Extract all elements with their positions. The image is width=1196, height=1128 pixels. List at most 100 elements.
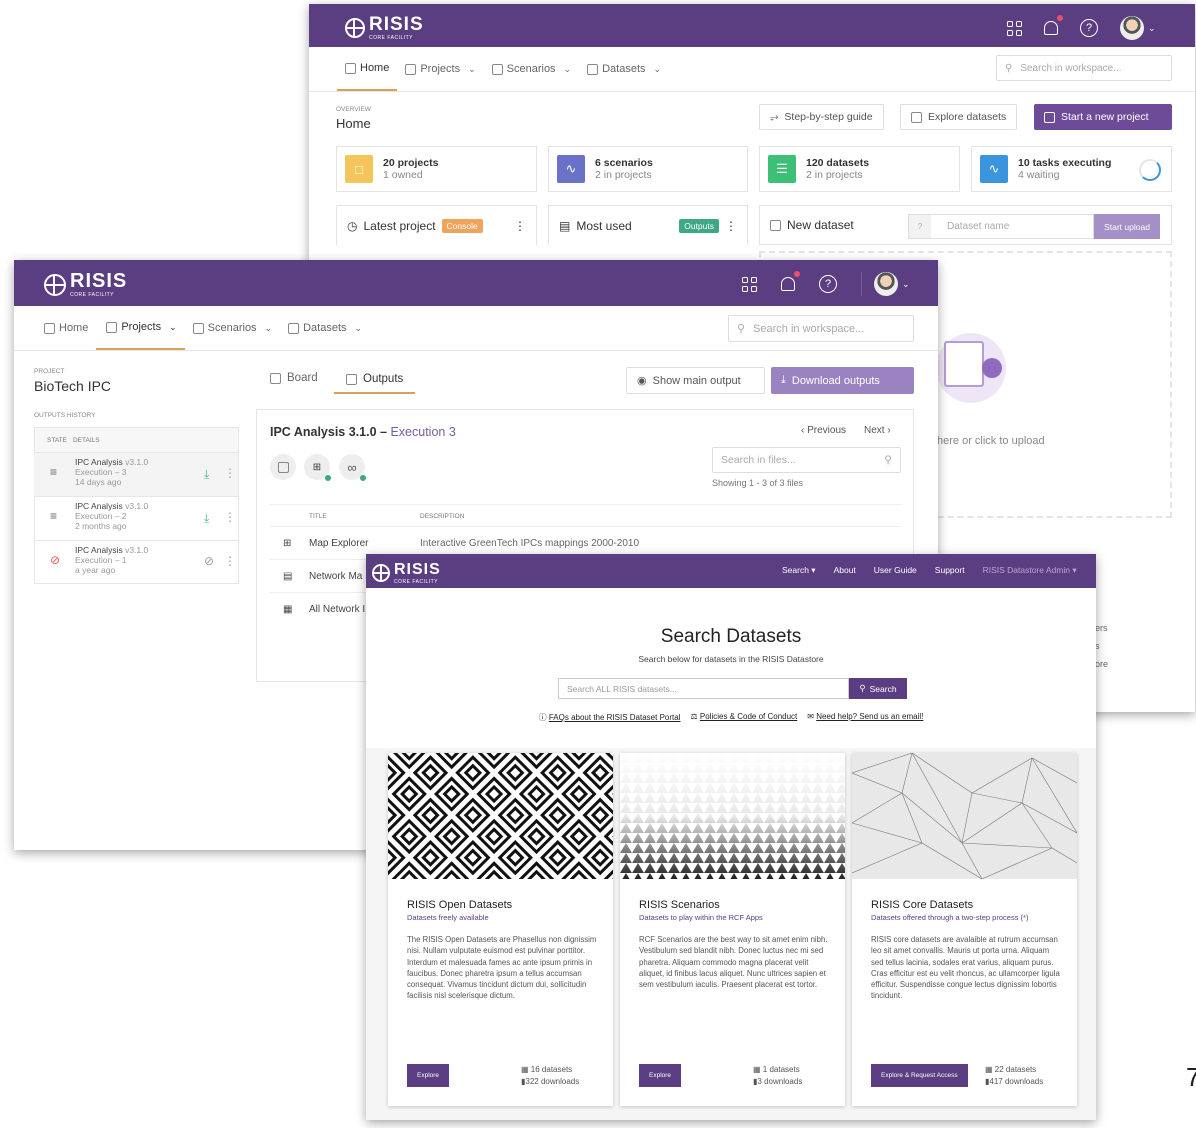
datastore-hero xyxy=(366,588,1096,748)
card-subtitle: Datasets freely available xyxy=(407,913,489,922)
download-outputs-button[interactable]: ⤓ Download outputs xyxy=(771,367,914,394)
home-icon xyxy=(345,62,356,74)
new-project-button[interactable]: Start a new project xyxy=(1034,104,1172,130)
footer-link[interactable]: ore xyxy=(1095,655,1108,673)
eye-icon: ◉ xyxy=(637,375,647,387)
workspace-search[interactable]: ⚲ Search in workspace... xyxy=(728,315,914,342)
dataset-search-input[interactable]: Search ALL RISIS datasets... xyxy=(558,678,849,699)
more-vertical-icon[interactable]: ⋮ xyxy=(224,554,236,568)
database-icon xyxy=(277,461,289,473)
link-chip[interactable]: ∞ xyxy=(339,454,366,481)
tab-outputs[interactable]: Outputs xyxy=(334,366,416,394)
nav-home-label: Home xyxy=(59,322,89,334)
archive-icon: ▤ xyxy=(559,218,571,233)
download-icon[interactable]: ⤓ xyxy=(204,511,209,526)
apps-grid-icon[interactable] xyxy=(1007,20,1022,36)
step-guide-label: Step-by-step guide xyxy=(784,111,873,123)
search-icon: ⚲ xyxy=(1005,62,1013,74)
dataset-search-button[interactable]: ⚲ Search xyxy=(849,678,907,699)
history-age: 2 months ago xyxy=(75,521,127,531)
explore-request-access-button[interactable]: Explore & Request Access xyxy=(871,1064,968,1087)
nav-datasets[interactable]: Datasets ⌄ xyxy=(579,47,669,91)
more-vertical-icon[interactable]: ⋮ xyxy=(224,466,236,480)
policies-link[interactable]: ⚖ Policies & Code of Conduct xyxy=(690,712,797,723)
notifications-bell-icon[interactable] xyxy=(781,271,800,291)
download-icon[interactable]: ⤓ xyxy=(204,467,209,482)
user-menu[interactable]: ⌄ xyxy=(1120,16,1156,40)
menu-admin[interactable]: RISIS Datastore Admin ▾ xyxy=(983,565,1077,576)
more-vertical-icon[interactable]: ⋮ xyxy=(224,510,236,524)
grid-icon: ▦ xyxy=(521,1065,529,1074)
start-upload-button[interactable]: Start upload xyxy=(1094,214,1160,239)
card-counts: ▦ 1 datasets ▮3 downloads xyxy=(753,1065,803,1086)
menu-user-guide[interactable]: User Guide xyxy=(874,565,917,576)
notification-dot xyxy=(794,271,800,277)
card-text: RISIS core datasets are avalaible at rut… xyxy=(871,935,1060,1001)
home-icon xyxy=(44,322,55,334)
show-main-output-button[interactable]: ◉ Show main output xyxy=(626,367,765,394)
risis-logo[interactable]: RISIS CORE FACILITY xyxy=(44,271,127,298)
menu-search[interactable]: Search ▾ xyxy=(782,565,816,576)
nav-scenarios[interactable]: Scenarios ⌄ xyxy=(185,306,280,350)
more-vertical-icon[interactable]: ⋮ xyxy=(725,219,737,233)
grid-icon: ▦ xyxy=(753,1065,761,1074)
stat-title: 10 tasks executing xyxy=(1018,157,1112,169)
stat-projects[interactable]: □ 20 projects 1 owned xyxy=(336,146,537,192)
files-search[interactable]: Search in files... ⚲ xyxy=(712,447,901,473)
explore-button[interactable]: Explore xyxy=(407,1064,450,1087)
stat-scenarios[interactable]: ∿ 6 scenarios 2 in projects xyxy=(548,146,748,192)
nav-home[interactable]: Home xyxy=(337,47,398,91)
more-vertical-icon[interactable]: ⋮ xyxy=(514,219,526,233)
dataset-name-input[interactable]: ? Dataset name xyxy=(908,214,1094,239)
dataset-chip[interactable] xyxy=(270,454,296,480)
new-dataset-panel: New dataset ? Dataset name Start upload xyxy=(759,205,1172,245)
user-menu[interactable]: ⌄ xyxy=(861,272,910,296)
new-dataset-title: New dataset xyxy=(787,218,854,232)
file-zip-icon: ▦ xyxy=(283,603,293,615)
history-item[interactable]: ≡ IPC Analysis v3.1.0 Execution – 2 2 mo… xyxy=(34,496,238,540)
search-icon: ⚲ xyxy=(884,454,892,466)
footer-link[interactable]: s xyxy=(1095,637,1108,655)
menu-support[interactable]: Support xyxy=(935,565,965,576)
nav-home[interactable]: Home xyxy=(36,306,96,350)
stat-datasets[interactable]: ☰ 120 datasets 2 in projects xyxy=(759,146,960,192)
nav-scenarios[interactable]: Scenarios ⌄ xyxy=(484,47,579,91)
step-guide-button[interactable]: ⥅ Step-by-step guide xyxy=(759,104,884,130)
nav-projects-label: Projects xyxy=(420,63,461,75)
explore-button[interactable]: Explore xyxy=(639,1064,682,1087)
stat-tasks[interactable]: ∿ 10 tasks executing 4 waiting xyxy=(971,146,1172,192)
datastore-topbar: RISIS CORE FACILITY Search ▾ About User G… xyxy=(366,554,1096,588)
apps-chip[interactable]: ⊞ xyxy=(304,454,331,481)
chevron-down-icon: ⌄ xyxy=(468,63,476,74)
nav-datasets[interactable]: Datasets ⌄ xyxy=(280,306,370,350)
footer-link[interactable]: ers xyxy=(1095,619,1108,637)
tab-board[interactable]: Board xyxy=(270,372,318,384)
explore-datasets-button[interactable]: Explore datasets xyxy=(900,104,1018,130)
outputs-tag[interactable]: Outputs xyxy=(679,218,719,233)
card-title: RISIS Open Datasets xyxy=(407,899,513,911)
history-item[interactable]: ⊘ IPC Analysis v3.1.0 Execution – 1 a ye… xyxy=(34,540,238,584)
menu-about[interactable]: About xyxy=(834,565,856,576)
workspace-search[interactable]: ⚲ Search in workspace... xyxy=(996,55,1172,81)
notifications-bell-icon[interactable] xyxy=(1044,15,1063,35)
explore-datasets-label: Explore datasets xyxy=(928,111,1007,123)
next-link[interactable]: Next › xyxy=(864,425,891,436)
previous-link[interactable]: ‹ Previous xyxy=(801,425,846,436)
risis-logo[interactable]: RISIS CORE FACILITY xyxy=(372,561,441,585)
nav-projects[interactable]: Projects ⌄ xyxy=(96,306,185,350)
history-item[interactable]: ≡ IPC Analysis v3.1.0 Execution – 3 14 d… xyxy=(34,452,238,496)
help-icon[interactable]: ? xyxy=(819,275,837,293)
card-pattern-image xyxy=(620,753,845,879)
risis-logo[interactable]: RISIS CORE FACILITY xyxy=(345,15,424,41)
faq-link[interactable]: ⓘ FAQs about the RISIS Dataset Portal xyxy=(539,712,681,723)
apps-grid-icon[interactable] xyxy=(742,276,757,292)
page-number: 7 xyxy=(1186,1062,1196,1092)
project-label: PROJECT xyxy=(34,368,65,375)
nav-projects[interactable]: Projects ⌄ xyxy=(397,47,483,91)
logo-wordmark: RISIS xyxy=(394,561,441,578)
help-email-link[interactable]: ✉ Need help? Send us an email! xyxy=(807,712,923,723)
project-navbar: Home Projects ⌄ Scenarios ⌄ Datasets ⌄ ⚲ Sea… xyxy=(14,306,938,351)
file-title: Map Explorer xyxy=(309,537,369,549)
help-icon[interactable]: ? xyxy=(1080,19,1098,37)
console-tag[interactable]: Console xyxy=(441,218,483,233)
